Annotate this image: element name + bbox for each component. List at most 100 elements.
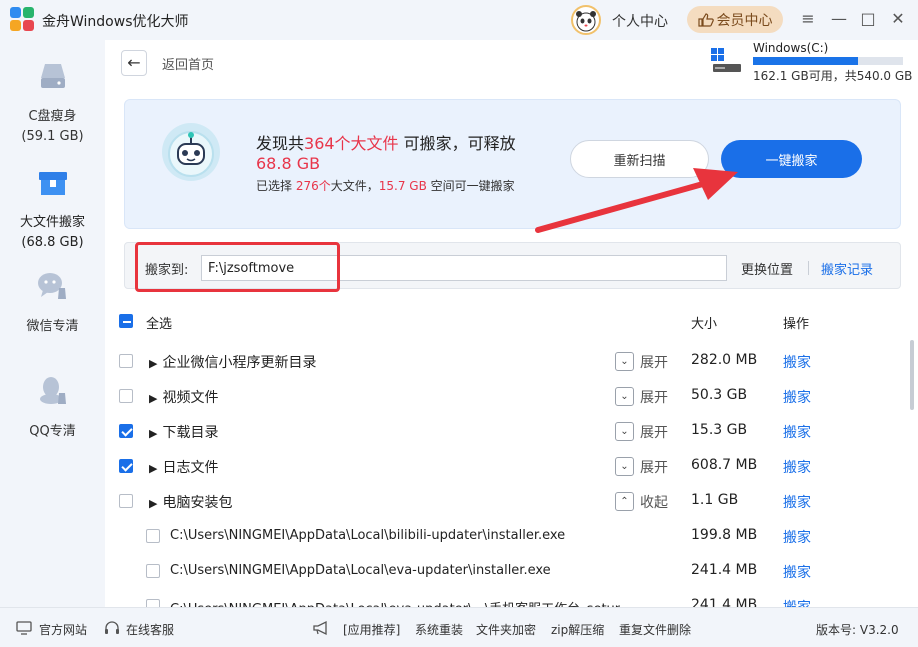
back-button[interactable]: ← bbox=[121, 50, 147, 76]
col-size-header: 大小 bbox=[691, 317, 718, 332]
expand-triangle-icon: ▶ bbox=[149, 392, 158, 405]
vip-center-button[interactable]: 会员中心 bbox=[687, 6, 783, 33]
sidebar-item-large-file-move[interactable]: 大文件搬家 (68.8 GB) bbox=[0, 164, 105, 253]
expand-toggle[interactable]: 展开 bbox=[640, 422, 668, 442]
panda-avatar-icon bbox=[576, 11, 596, 32]
table-row: ▶ 下载目录 ⌄ 展开 15.3 GB 搬家 bbox=[105, 414, 908, 449]
row-size: 282.0 MB bbox=[691, 352, 758, 368]
folder-encrypt-link[interactable]: 文件夹加密 bbox=[476, 621, 536, 638]
sidebar-item-qq-clean[interactable]: QQ专清 bbox=[0, 373, 105, 442]
releasable-size: 68.8 GB bbox=[256, 154, 321, 173]
disk-name: Windows(C:) bbox=[753, 41, 829, 55]
move-record-link[interactable]: 搬家记录 bbox=[821, 259, 873, 278]
list-item: C:\Users\NINGMEI\AppData\Local\eva-updat… bbox=[105, 554, 908, 589]
scan-result-banner: 发现共364个大文件 可搬家，可释放 68.8 GB 已选择 276个大文件，1… bbox=[124, 99, 901, 229]
row-checkbox[interactable] bbox=[119, 494, 133, 508]
disk-drive-icon bbox=[40, 64, 65, 88]
selected-count: 276个 bbox=[295, 179, 331, 193]
expand-triangle-icon: ▶ bbox=[149, 427, 158, 440]
file-size: 241.4 MB bbox=[691, 562, 758, 578]
file-move-button[interactable]: 搬家 bbox=[783, 562, 811, 582]
row-name-text: 电脑安装包 bbox=[162, 495, 233, 511]
chevron-down-icon[interactable]: ⌄ bbox=[615, 387, 634, 406]
summary-post: 可搬家，可释放 bbox=[398, 134, 516, 153]
table-row: ▶ 日志文件 ⌄ 展开 608.7 MB 搬家 bbox=[105, 449, 908, 484]
list-item: C:\Users\NINGMEI\AppData\Local\bilibili-… bbox=[105, 519, 908, 554]
disk-usage-fill bbox=[753, 57, 858, 65]
zip-compress-link[interactable]: zip解压缩 bbox=[551, 621, 604, 638]
back-home-link[interactable]: 返回首页 bbox=[162, 54, 214, 73]
expand-toggle[interactable]: 展开 bbox=[640, 457, 668, 477]
row-name[interactable]: ▶ 企业微信小程序更新目录 bbox=[149, 352, 316, 372]
sidebar-item-c-drive-slim[interactable]: C盘瘦身 (59.1 GB) bbox=[0, 58, 105, 147]
system-reinstall-link[interactable]: 系统重装 bbox=[415, 621, 463, 638]
collapse-toggle[interactable]: 收起 bbox=[640, 492, 668, 512]
file-move-button[interactable]: 搬家 bbox=[783, 527, 811, 547]
app-recommend-label: [应用推荐] bbox=[343, 623, 401, 637]
row-name[interactable]: ▶ 视频文件 bbox=[149, 387, 218, 407]
file-path: C:\Users\NINGMEI\AppData\Local\eva-updat… bbox=[170, 598, 620, 607]
file-path: C:\Users\NINGMEI\AppData\Local\eva-updat… bbox=[170, 563, 551, 578]
destination-highlight-box bbox=[135, 242, 340, 292]
list-item: C:\Users\NINGMEI\AppData\Local\eva-updat… bbox=[105, 589, 908, 607]
file-move-button[interactable]: 搬家 bbox=[783, 597, 811, 607]
expand-toggle[interactable]: 展开 bbox=[640, 387, 668, 407]
sidebar-item-wechat-clean[interactable]: 微信专清 bbox=[0, 268, 105, 337]
row-checkbox[interactable] bbox=[119, 424, 133, 438]
file-checkbox[interactable] bbox=[146, 599, 160, 607]
change-location-button[interactable]: 更换位置 bbox=[741, 259, 793, 278]
file-checkbox[interactable] bbox=[146, 529, 160, 543]
select-all-label: 全选 bbox=[146, 317, 173, 332]
chevron-down-icon[interactable]: ⌄ bbox=[615, 457, 634, 476]
monitor-icon bbox=[16, 621, 32, 635]
row-size: 50.3 GB bbox=[691, 387, 748, 403]
vip-center-label: 会员中心 bbox=[716, 12, 773, 29]
menu-icon[interactable]: ≡ bbox=[798, 9, 818, 29]
personal-center-link[interactable]: 个人中心 bbox=[612, 11, 668, 31]
row-checkbox[interactable] bbox=[119, 389, 133, 403]
list-scrollbar[interactable] bbox=[910, 340, 914, 410]
expand-triangle-icon: ▶ bbox=[149, 497, 158, 510]
main-panel: ← 返回首页 Windows(C:) 162.1 GB可用，共540.0 GB … bbox=[105, 40, 918, 607]
sidebar-item-label: QQ专清 bbox=[29, 424, 76, 439]
row-move-button[interactable]: 搬家 bbox=[783, 492, 811, 512]
row-name[interactable]: ▶ 日志文件 bbox=[149, 457, 218, 477]
row-checkbox[interactable] bbox=[119, 354, 133, 368]
windows-disk-icon bbox=[711, 48, 741, 72]
megaphone-icon bbox=[313, 620, 327, 636]
chevron-down-icon[interactable]: ⌄ bbox=[615, 352, 634, 371]
duplicate-delete-link[interactable]: 重复文件删除 bbox=[619, 621, 691, 638]
row-move-button[interactable]: 搬家 bbox=[783, 457, 811, 477]
minimize-icon[interactable]: — bbox=[829, 9, 849, 29]
close-icon[interactable]: ✕ bbox=[888, 9, 908, 29]
user-avatar[interactable] bbox=[571, 5, 601, 35]
chevron-up-icon[interactable]: ⌃ bbox=[615, 492, 634, 511]
row-move-button[interactable]: 搬家 bbox=[783, 352, 811, 372]
table-row: ▶ 企业微信小程序更新目录 ⌄ 展开 282.0 MB 搬家 bbox=[105, 344, 908, 379]
robot-icon bbox=[162, 123, 220, 181]
official-website-link[interactable]: 官方网站 bbox=[39, 621, 87, 638]
wechat-clean-icon bbox=[37, 273, 66, 299]
sidebar-item-label: 大文件搬家 bbox=[19, 215, 85, 230]
row-move-button[interactable]: 搬家 bbox=[783, 422, 811, 442]
maximize-icon[interactable]: □ bbox=[858, 9, 878, 29]
selected-mid: 大文件， bbox=[330, 179, 379, 193]
selected-pre: 已选择 bbox=[256, 179, 296, 193]
row-name[interactable]: ▶ 下载目录 bbox=[149, 422, 218, 442]
row-name-text: 视频文件 bbox=[162, 390, 219, 406]
file-path: C:\Users\NINGMEI\AppData\Local\bilibili-… bbox=[170, 528, 566, 543]
expand-toggle[interactable]: 展开 bbox=[640, 352, 668, 372]
table-row: ▶ 电脑安装包 ⌃ 收起 1.1 GB 搬家 bbox=[105, 484, 908, 519]
row-name-text: 日志文件 bbox=[162, 460, 219, 476]
file-checkbox[interactable] bbox=[146, 564, 160, 578]
chevron-down-icon[interactable]: ⌄ bbox=[615, 422, 634, 441]
sidebar-item-sub: (68.8 GB) bbox=[21, 235, 84, 250]
list-header: 全选 大小 操作 bbox=[105, 306, 918, 336]
row-checkbox[interactable] bbox=[119, 459, 133, 473]
selected-summary: 已选择 276个大文件，15.7 GB 空间可一键搬家 bbox=[256, 177, 515, 194]
row-move-button[interactable]: 搬家 bbox=[783, 387, 811, 407]
online-service-link[interactable]: 在线客服 bbox=[126, 621, 174, 638]
sidebar-item-sub: (59.1 GB) bbox=[21, 129, 84, 144]
select-all-checkbox[interactable] bbox=[119, 314, 133, 328]
row-name[interactable]: ▶ 电脑安装包 bbox=[149, 492, 232, 512]
